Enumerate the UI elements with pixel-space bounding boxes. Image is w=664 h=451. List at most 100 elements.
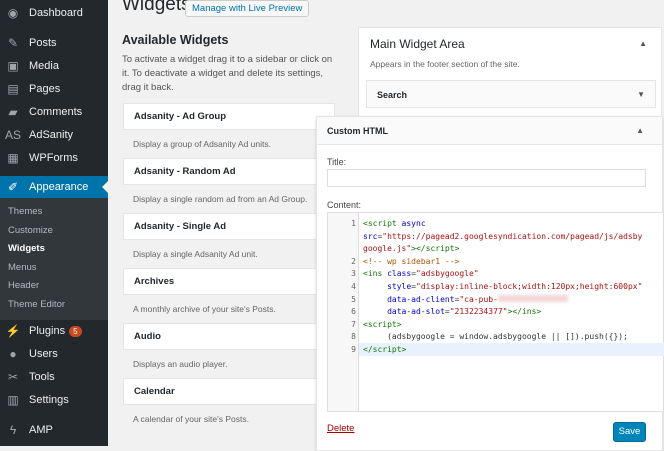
submenu-item-theme-editor[interactable]: Theme Editor: [8, 299, 65, 310]
submenu-item-menus[interactable]: Menus: [8, 262, 37, 273]
appearance-submenu: Themes Customize Widgets Menus Header Theme E…: [0, 198, 108, 320]
collapse-arrow-icon[interactable]: ▲: [639, 39, 647, 48]
line-number: 8: [351, 332, 356, 342]
sidebar-item-wpforms[interactable]: ▦ WPForms: [0, 147, 108, 169]
sidebar-item-label: AdSanity: [29, 129, 74, 141]
submenu-item-header[interactable]: Header: [8, 280, 39, 291]
sidebar-item-label: Users: [29, 348, 58, 360]
admin-sidebar: Themes Customize Widgets Menus Header Theme E…: [0, 0, 108, 446]
sidebar-item-label: Pages: [29, 83, 61, 95]
sidebar-item-label: Media: [29, 60, 59, 72]
widget-description: Display a group of Adsanity Ad units.: [133, 139, 271, 149]
line-number: 7: [351, 319, 356, 329]
sidebar-item-label: Posts: [29, 37, 57, 49]
live-preview-button[interactable]: Manage with Live Preview: [185, 0, 310, 17]
comment-icon: ▰: [8, 105, 18, 119]
sidebar-item-comments[interactable]: ▰ Comments: [0, 101, 108, 123]
code-line: <script async: [363, 219, 426, 228]
code-line: (adsbygoogle = window.adsbygoogle || [])…: [363, 332, 628, 342]
brush-icon: ✐: [7, 180, 19, 194]
sidebar-item-tools[interactable]: ✂ Tools: [0, 366, 108, 388]
widget-item[interactable]: Adsanity - Ad Group: [123, 103, 335, 130]
sidebar-item-amp[interactable]: ϟ AMP: [0, 419, 108, 441]
widget-area-description: Appears in the footer section of the sit…: [370, 59, 520, 69]
widget-description: A calendar of your site's Posts.: [133, 414, 249, 424]
sidebar-item-pages[interactable]: ▤ Pages: [0, 78, 108, 100]
page-title: Widgets: [122, 0, 191, 15]
sidebar-item-media[interactable]: ▣ Media: [0, 55, 108, 77]
sidebar-item-label: Settings: [29, 394, 69, 406]
widget-item[interactable]: Adsanity - Single Ad: [123, 213, 335, 240]
submenu-item-widgets[interactable]: Widgets: [8, 243, 45, 254]
available-widgets-description: To activate a widget drag it to a sideba…: [122, 54, 333, 93]
pages-icon: ▤: [7, 82, 19, 96]
sidebar-item-adsanity[interactable]: AS AdSanity: [0, 124, 108, 146]
code-line: <ins class="adsbygoogle": [363, 269, 479, 279]
submenu-item-customize[interactable]: Customize: [8, 225, 53, 236]
pin-icon: ✎: [7, 36, 19, 50]
collapse-arrow-icon[interactable]: ▲: [636, 126, 644, 135]
sidebar-item-label: Comments: [29, 106, 83, 118]
main-widget-area: Main Widget Area ▲ Appears in the footer…: [358, 27, 662, 127]
sidebar-item-appearance[interactable]: ✐ Appearance: [0, 176, 108, 198]
code-editor[interactable]: 1 <script async src="https://pagead2.googl…: [327, 212, 664, 412]
title-label: Title:: [327, 157, 347, 167]
wpforms-icon: ▦: [7, 151, 19, 165]
sidebar-item-posts[interactable]: ✎ Posts: [0, 32, 108, 54]
user-icon: ●: [9, 347, 17, 361]
sidebar-item-users[interactable]: ● Users: [0, 343, 108, 365]
code-line: <script>: [363, 319, 402, 329]
media-icon: ▣: [7, 59, 19, 73]
sidebar-item-label: WPForms: [29, 152, 78, 164]
widget-description: A monthly archive of your site's Posts.: [133, 304, 276, 314]
available-widgets-heading: Available Widgets: [122, 33, 229, 47]
custom-html-widget: Custom HTML ▲ Title: Content: 1 <script a…: [316, 116, 664, 451]
update-count-badge: 5: [69, 325, 82, 337]
search-widget-title: Search: [377, 90, 408, 100]
sidebar-item-label: AMP: [29, 424, 53, 436]
widget-item[interactable]: Calendar: [123, 378, 335, 405]
code-line: <!-- wp sidebar1 -->: [363, 256, 460, 266]
line-number: 6: [351, 307, 356, 317]
sidebar-item-label: Appearance: [29, 181, 89, 193]
content-label: Content:: [327, 200, 362, 210]
widget-item[interactable]: Archives: [123, 268, 335, 295]
line-number: 4: [351, 282, 356, 291]
title-input[interactable]: [327, 169, 646, 187]
expand-arrow-icon[interactable]: ▼: [637, 90, 645, 99]
custom-html-header[interactable]: Custom HTML ▲: [317, 117, 662, 145]
submenu-item-themes[interactable]: Themes: [8, 206, 42, 217]
save-button[interactable]: Save: [613, 422, 646, 442]
sidebar-item-label: Dashboard: [29, 7, 83, 19]
code-line: data-ad-slot="2132234377"></ins>: [387, 307, 542, 317]
sidebar-item-plugins[interactable]: ⚡ Plugins 5: [0, 320, 108, 342]
code-line: google.js"></script>: [363, 244, 460, 254]
search-widget[interactable]: Search ▼: [366, 80, 656, 108]
plugin-icon: ⚡: [5, 324, 21, 338]
line-number: 5: [351, 294, 356, 304]
widget-item[interactable]: Adsanity - Random Ad: [123, 158, 335, 185]
code-line: style="display:inline-block;width:120px;…: [387, 282, 643, 291]
widget-description: Displays an audio player.: [133, 359, 228, 369]
widget-description: Display a single random ad from an Ad Gr…: [133, 194, 308, 204]
sidebar-item-label: Tools: [29, 371, 55, 383]
code-line: src="https://pagead2.googlesyndication.c…: [363, 231, 643, 241]
custom-html-title: Custom HTML: [327, 126, 388, 136]
dashboard-icon: ◉: [7, 6, 19, 20]
line-number: 1: [351, 219, 356, 228]
line-number: 9: [351, 345, 356, 354]
wrench-icon: ✂: [7, 370, 19, 384]
widget-description: Display a single Adsanity Ad unit.: [133, 249, 258, 259]
settings-icon: ▥: [7, 393, 19, 407]
widget-area-title: Main Widget Area: [370, 37, 465, 51]
current-menu-arrow: [96, 181, 108, 193]
widget-item[interactable]: Audio: [123, 323, 335, 350]
sidebar-item-dashboard[interactable]: ◉ Dashboard: [0, 2, 108, 24]
delete-link[interactable]: Delete: [327, 423, 354, 434]
line-number: 2: [351, 256, 356, 266]
adsanity-icon: AS: [5, 128, 22, 142]
sidebar-item-settings[interactable]: ▥ Settings: [0, 389, 108, 411]
code-line: data-ad-client="ca-pub-: [363, 294, 568, 304]
code-line: </script>: [363, 345, 407, 354]
sidebar-item-label: Plugins: [29, 325, 66, 337]
